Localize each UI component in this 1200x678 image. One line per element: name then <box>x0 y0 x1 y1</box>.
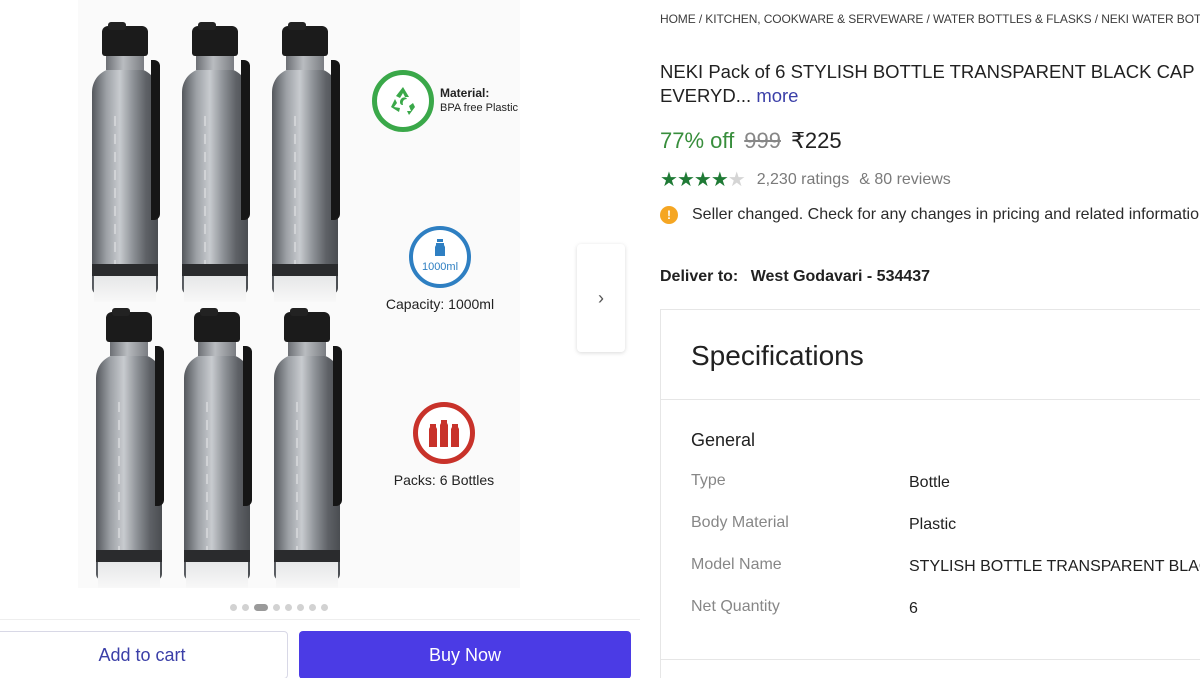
star-icon: ★ <box>693 169 712 191</box>
carousel-dot[interactable] <box>285 604 292 611</box>
price-row: 77% off 999 ₹225 <box>660 128 842 154</box>
product-gallery: Material: BPA free Plastic 1000ml Capaci… <box>0 0 640 678</box>
seller-notice-text: Seller changed. Check for any changes in… <box>692 206 1200 223</box>
spec-key: Type <box>691 472 726 489</box>
original-price: 999 <box>744 128 781 153</box>
rating-row[interactable]: ★★★★★ 2,230 ratings & 80 reviews <box>660 167 951 192</box>
selling-price: ₹225 <box>790 128 842 153</box>
spec-value: Bottle <box>909 474 950 491</box>
spec-value: 6 <box>909 600 918 617</box>
ratings-count: 2,230 ratings <box>756 170 850 188</box>
carousel-dot[interactable] <box>321 604 328 611</box>
star-icon: ★ <box>660 169 678 191</box>
carousel-dot[interactable] <box>297 604 304 611</box>
chevron-right-icon: › <box>598 287 604 308</box>
discount-percent: 77% off <box>660 128 735 153</box>
spec-key: Body Material <box>691 514 789 531</box>
divider <box>661 399 1200 400</box>
product-image[interactable]: Material: BPA free Plastic 1000ml Capaci… <box>78 0 520 588</box>
next-image-button[interactable]: › <box>577 244 625 352</box>
product-details: HOME / KITCHEN, COOKWARE & SERVEWARE / W… <box>660 0 1200 678</box>
breadcrumb[interactable]: HOME / KITCHEN, COOKWARE & SERVEWARE / W… <box>660 12 1200 26</box>
feature-packs: Packs: 6 Bottles <box>374 402 514 488</box>
deliver-location: West Godavari - 534437 <box>750 268 931 285</box>
spec-value: STYLISH BOTTLE TRANSPARENT BLACK CAP <box>909 558 1200 575</box>
capacity-badge: 1000ml <box>421 261 459 273</box>
specifications-card: Specifications General Type Bottle Body … <box>660 309 1200 678</box>
delivery-location[interactable]: Deliver to: West Godavari - 534437 <box>660 268 930 286</box>
star-icon: ★ <box>710 169 729 191</box>
carousel-dot[interactable] <box>273 604 280 611</box>
divider <box>0 619 640 620</box>
star-icon: ★ <box>727 169 746 191</box>
add-to-cart-button[interactable]: Add to cart <box>0 631 288 678</box>
star-icon: ★ <box>676 169 695 191</box>
spec-value: Plastic <box>909 516 957 533</box>
feature-material-label: Material: <box>440 86 490 100</box>
star-rating: ★★★★★ <box>660 167 746 192</box>
recycle-icon <box>372 70 434 132</box>
feature-capacity: 1000ml Capacity: 1000ml <box>370 226 510 312</box>
carousel-dots <box>230 604 328 611</box>
carousel-dot[interactable] <box>254 604 268 611</box>
feature-packs-label: Packs: 6 Bottles <box>393 472 495 488</box>
spec-key: Net Quantity <box>691 598 780 615</box>
feature-material-value: BPA free Plastic <box>440 102 519 114</box>
bottle-icon: 1000ml <box>409 226 471 288</box>
product-title-line2: EVERYD... <box>660 85 752 106</box>
spec-group-title: General <box>691 430 756 450</box>
more-link[interactable]: more <box>756 85 798 106</box>
carousel-dot[interactable] <box>242 604 249 611</box>
product-title-line1: NEKI Pack of 6 STYLISH BOTTLE TRANSPAREN… <box>660 61 1195 82</box>
carousel-dot[interactable] <box>309 604 316 611</box>
bottles-icon <box>413 402 475 464</box>
spec-key: Model Name <box>691 556 782 573</box>
feature-material: Material: BPA free Plastic <box>372 70 522 132</box>
info-icon: ! <box>660 206 678 224</box>
divider <box>661 659 1200 660</box>
seller-notice: ! Seller changed. Check for any changes … <box>660 206 1200 224</box>
reviews-count: & 80 reviews <box>859 170 951 188</box>
feature-capacity-label: Capacity: 1000ml <box>385 296 495 312</box>
product-title: NEKI Pack of 6 STYLISH BOTTLE TRANSPAREN… <box>660 60 1200 108</box>
buy-now-button[interactable]: Buy Now <box>299 631 631 678</box>
specifications-title: Specifications <box>691 340 864 371</box>
deliver-label: Deliver to: <box>660 268 739 285</box>
carousel-dot[interactable] <box>230 604 237 611</box>
